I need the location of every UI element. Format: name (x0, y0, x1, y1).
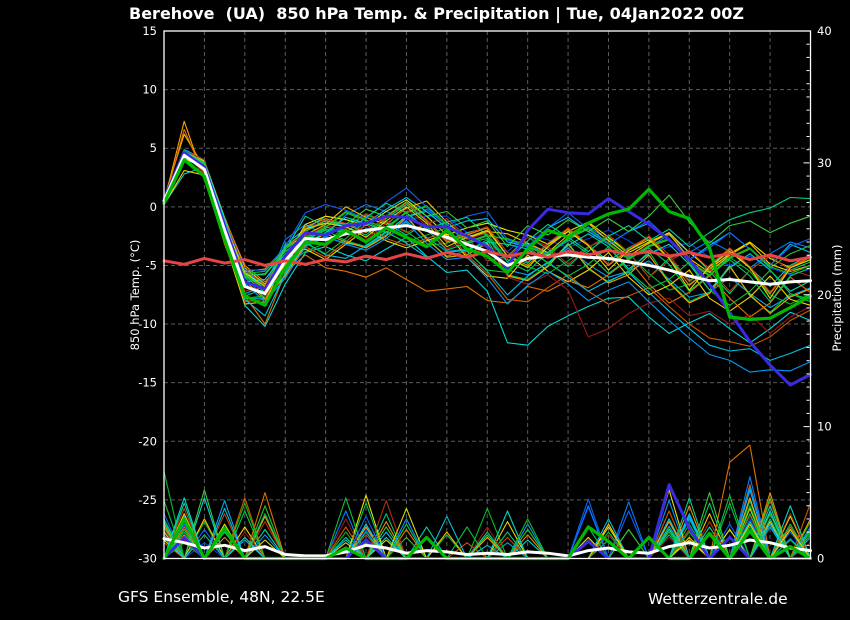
svg-text:15: 15 (142, 24, 157, 38)
y-axis-left-title: 850 hPa Temp. (°C) (128, 240, 142, 351)
meteogram-page: Berehove (UA) 850 hPa Temp. & Precipitat… (0, 0, 850, 620)
meteogram-canvas: 151050-5-10-15-20-25-30850 hPa Temp. (°C… (0, 0, 850, 620)
svg-text:-5: -5 (146, 258, 157, 272)
svg-text:0: 0 (817, 552, 824, 566)
site-credit-label: Wetterzentrale.de (648, 590, 788, 608)
svg-text:10: 10 (817, 420, 832, 434)
svg-text:10: 10 (142, 83, 157, 97)
model-info-label: GFS Ensemble, 48N, 22.5E (118, 588, 325, 606)
svg-text:-30: -30 (138, 552, 157, 566)
svg-text:-25: -25 (138, 493, 157, 507)
svg-text:40: 40 (817, 24, 832, 38)
svg-text:-15: -15 (138, 376, 157, 390)
svg-text:-20: -20 (138, 434, 157, 448)
svg-text:5: 5 (150, 141, 157, 155)
svg-text:30: 30 (817, 156, 832, 170)
y-axis-left: 151050-5-10-15-20-25-30850 hPa Temp. (°C… (128, 24, 157, 566)
svg-text:0: 0 (150, 200, 157, 214)
y-axis-right-title: Precipitation (mm) (830, 245, 844, 352)
